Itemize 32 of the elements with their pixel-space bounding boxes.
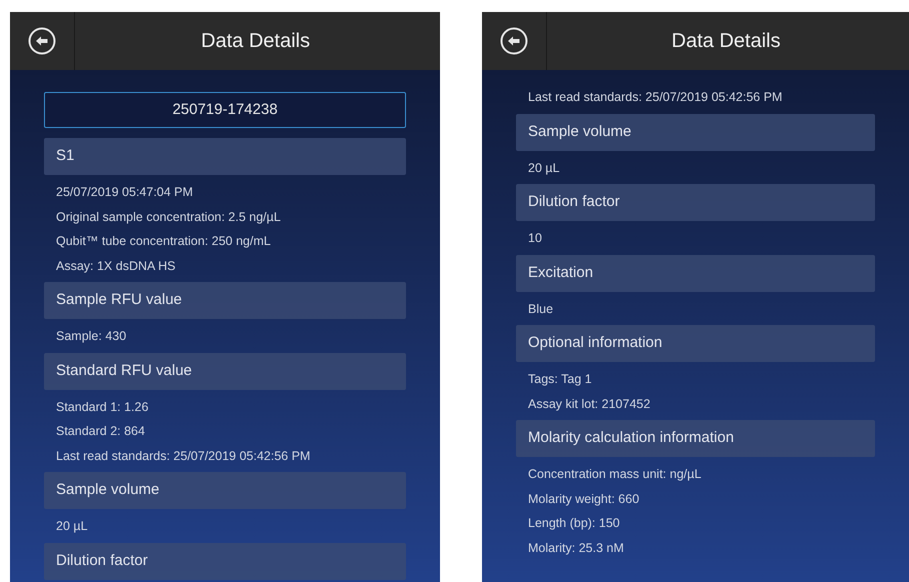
detail-text: Standard 1: 1.26 (56, 398, 150, 416)
detail-text: 20 µL (56, 518, 89, 535)
detail-text: Qubit™ tube concentration: 250 ng/mL (56, 233, 272, 250)
detail-text: 20 µL (528, 160, 561, 177)
detail-text: Blue (528, 300, 554, 318)
detail-text: Assay kit lot: 2107452 (528, 396, 652, 413)
detail-text: Molarity: 25.3 nM (528, 540, 625, 557)
section-header: Dilution factor (516, 184, 875, 221)
screen-title: Data Details (200, 29, 311, 54)
record-id-field[interactable]: 250719-174238 (44, 92, 406, 128)
section-header: Optional information (516, 325, 875, 362)
section-header: S1 (44, 138, 406, 175)
detail-text: Length (bp): 150 (528, 515, 621, 532)
detail-text: Molarity weight: 660 (528, 490, 640, 508)
section-header: Excitation (516, 254, 875, 292)
detail-text: Concentration mass unit: ng/µL (528, 466, 702, 483)
section-header: Molarity calculation information (516, 420, 875, 457)
detail-text: 10 (528, 230, 543, 247)
section-header: Standard RFU value (44, 352, 406, 390)
section-header: Dilution factor (44, 542, 406, 580)
detail-text: 25/07/2019 05:47:04 PM (56, 184, 194, 201)
section-header: Sample RFU value (44, 282, 406, 319)
detail-text: Assay: 1X dsDNA HS (56, 258, 176, 275)
section-header: Sample volume (516, 114, 875, 150)
detail-text: Last read standards: 25/07/2019 05:42:56 PM (528, 89, 784, 106)
detail-text: Sample: 430 (56, 328, 128, 345)
screen-title: Data Details (670, 29, 782, 54)
detail-text: Standard 2: 864 (56, 423, 146, 440)
detail-text: Original sample concentration: 2.5 ng/µL (56, 208, 282, 226)
detail-text: Tags: Tag 1 (528, 371, 593, 388)
detail-text: Last read standards: 25/07/2019 05:42:56 PM (56, 448, 312, 464)
section-header: Sample volume (44, 472, 406, 509)
